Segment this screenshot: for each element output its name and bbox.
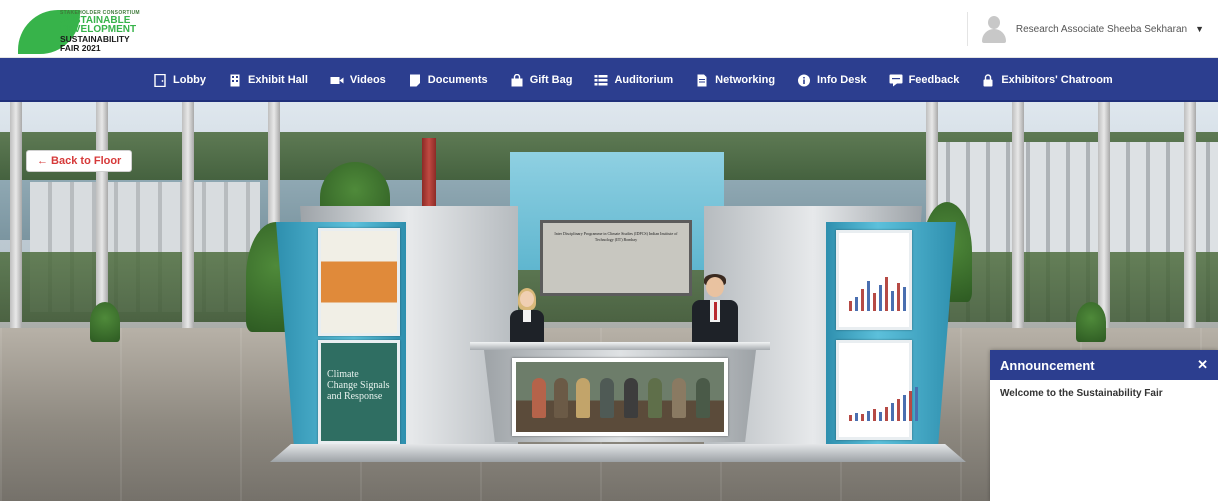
reception-counter-top bbox=[470, 342, 770, 350]
screen-title: Inter Disciplinary Programme in Climate … bbox=[554, 231, 678, 242]
poster-event[interactable] bbox=[318, 228, 400, 336]
nav-item-lobby[interactable]: Lobby bbox=[142, 58, 217, 102]
feedback-icon bbox=[889, 74, 903, 87]
poster-chart-top[interactable] bbox=[836, 230, 912, 330]
nav-label: Exhibitors' Chatroom bbox=[1001, 74, 1113, 86]
booth-host-female[interactable] bbox=[506, 288, 548, 344]
nav-label: Videos bbox=[349, 74, 386, 86]
announcement-header: Announcement ✕ bbox=[990, 350, 1218, 380]
lock-icon bbox=[981, 73, 995, 87]
nav-label: Auditorium bbox=[614, 74, 674, 86]
nav-label: Feedback bbox=[908, 74, 960, 86]
user-avatar-icon bbox=[980, 14, 1008, 44]
potted-plant bbox=[90, 302, 120, 342]
nav-item-feedback[interactable]: Feedback bbox=[878, 58, 971, 102]
nav-item-videos[interactable]: Videos bbox=[319, 58, 397, 102]
bag-icon bbox=[510, 73, 524, 87]
fair-logo[interactable]: STAKEHOLDER CONSORTIUM SUSTAINABLE DEVEL… bbox=[18, 8, 168, 54]
nav-label: Gift Bag bbox=[529, 74, 573, 86]
user-name: Research Associate Sheeba Sekharan bbox=[1015, 23, 1188, 35]
presentation-screen[interactable]: Inter Disciplinary Programme in Climate … bbox=[540, 220, 692, 296]
building-icon bbox=[228, 74, 242, 87]
window-mullion bbox=[10, 102, 22, 338]
list-icon bbox=[594, 74, 608, 87]
nav-label: Networking bbox=[715, 74, 776, 86]
counter-photo[interactable] bbox=[512, 358, 728, 436]
announcement-title: Announcement bbox=[1000, 357, 1095, 373]
close-icon[interactable]: ✕ bbox=[1197, 357, 1208, 373]
logo-line-5: FAIR 2021 bbox=[60, 43, 101, 53]
poster-book-title: Climate Change Signals and Response bbox=[327, 369, 390, 402]
back-to-floor-button[interactable]: ← Back to Floor bbox=[26, 150, 133, 172]
nav-label: Exhibit Hall bbox=[248, 74, 308, 86]
document-icon bbox=[408, 74, 422, 87]
video-icon bbox=[330, 74, 344, 87]
logo-line-3: DEVELOPMENT bbox=[60, 24, 137, 35]
nav-item-exhibit-hall[interactable]: Exhibit Hall bbox=[217, 58, 319, 102]
nav-item-auditorium[interactable]: Auditorium bbox=[583, 58, 684, 102]
user-menu[interactable]: Research Associate Sheeba Sekharan ▼ bbox=[966, 12, 1204, 46]
door-icon bbox=[153, 73, 167, 87]
top-header: STAKEHOLDER CONSORTIUM SUSTAINABLE DEVEL… bbox=[0, 0, 1218, 58]
file-icon bbox=[695, 74, 709, 87]
potted-plant bbox=[1076, 302, 1106, 342]
window-mullion bbox=[182, 102, 194, 338]
caret-down-icon: ▼ bbox=[1195, 24, 1204, 34]
nav-item-info-desk[interactable]: Info Desk bbox=[786, 58, 878, 102]
window-mullion bbox=[1012, 102, 1024, 338]
logo-line-4: SUSTAINABILITY bbox=[60, 34, 130, 44]
nav-label: Documents bbox=[427, 74, 488, 86]
booth-platform bbox=[270, 444, 966, 462]
main-nav: Lobby Exhibit Hall Videos Documents Gift… bbox=[0, 58, 1218, 102]
nav-item-gift-bag[interactable]: Gift Bag bbox=[499, 58, 584, 102]
window-mullion bbox=[1184, 102, 1196, 338]
info-icon bbox=[797, 74, 811, 87]
window-mullion bbox=[1098, 102, 1110, 338]
virtual-booth-scene: ← Back to Floor Climate Change Signals a… bbox=[0, 102, 1218, 501]
nav-label: Lobby bbox=[173, 74, 206, 86]
nav-item-exhibitors-chatroom[interactable]: Exhibitors' Chatroom bbox=[970, 58, 1123, 102]
booth-host-male[interactable] bbox=[688, 274, 742, 344]
bar-chart-thumbnail bbox=[849, 387, 918, 421]
bar-chart-thumbnail bbox=[849, 277, 906, 311]
nav-item-documents[interactable]: Documents bbox=[397, 58, 499, 102]
nav-label: Info Desk bbox=[817, 74, 867, 86]
back-to-floor-label: ← Back to Floor bbox=[37, 155, 122, 167]
poster-book[interactable]: Climate Change Signals and Response bbox=[318, 340, 400, 444]
poster-chart-bottom[interactable] bbox=[836, 340, 918, 440]
nav-item-networking[interactable]: Networking bbox=[684, 58, 786, 102]
announcement-message: Welcome to the Sustainability Fair bbox=[1000, 388, 1163, 399]
announcement-panel: Announcement ✕ Welcome to the Sustainabi… bbox=[990, 350, 1218, 501]
